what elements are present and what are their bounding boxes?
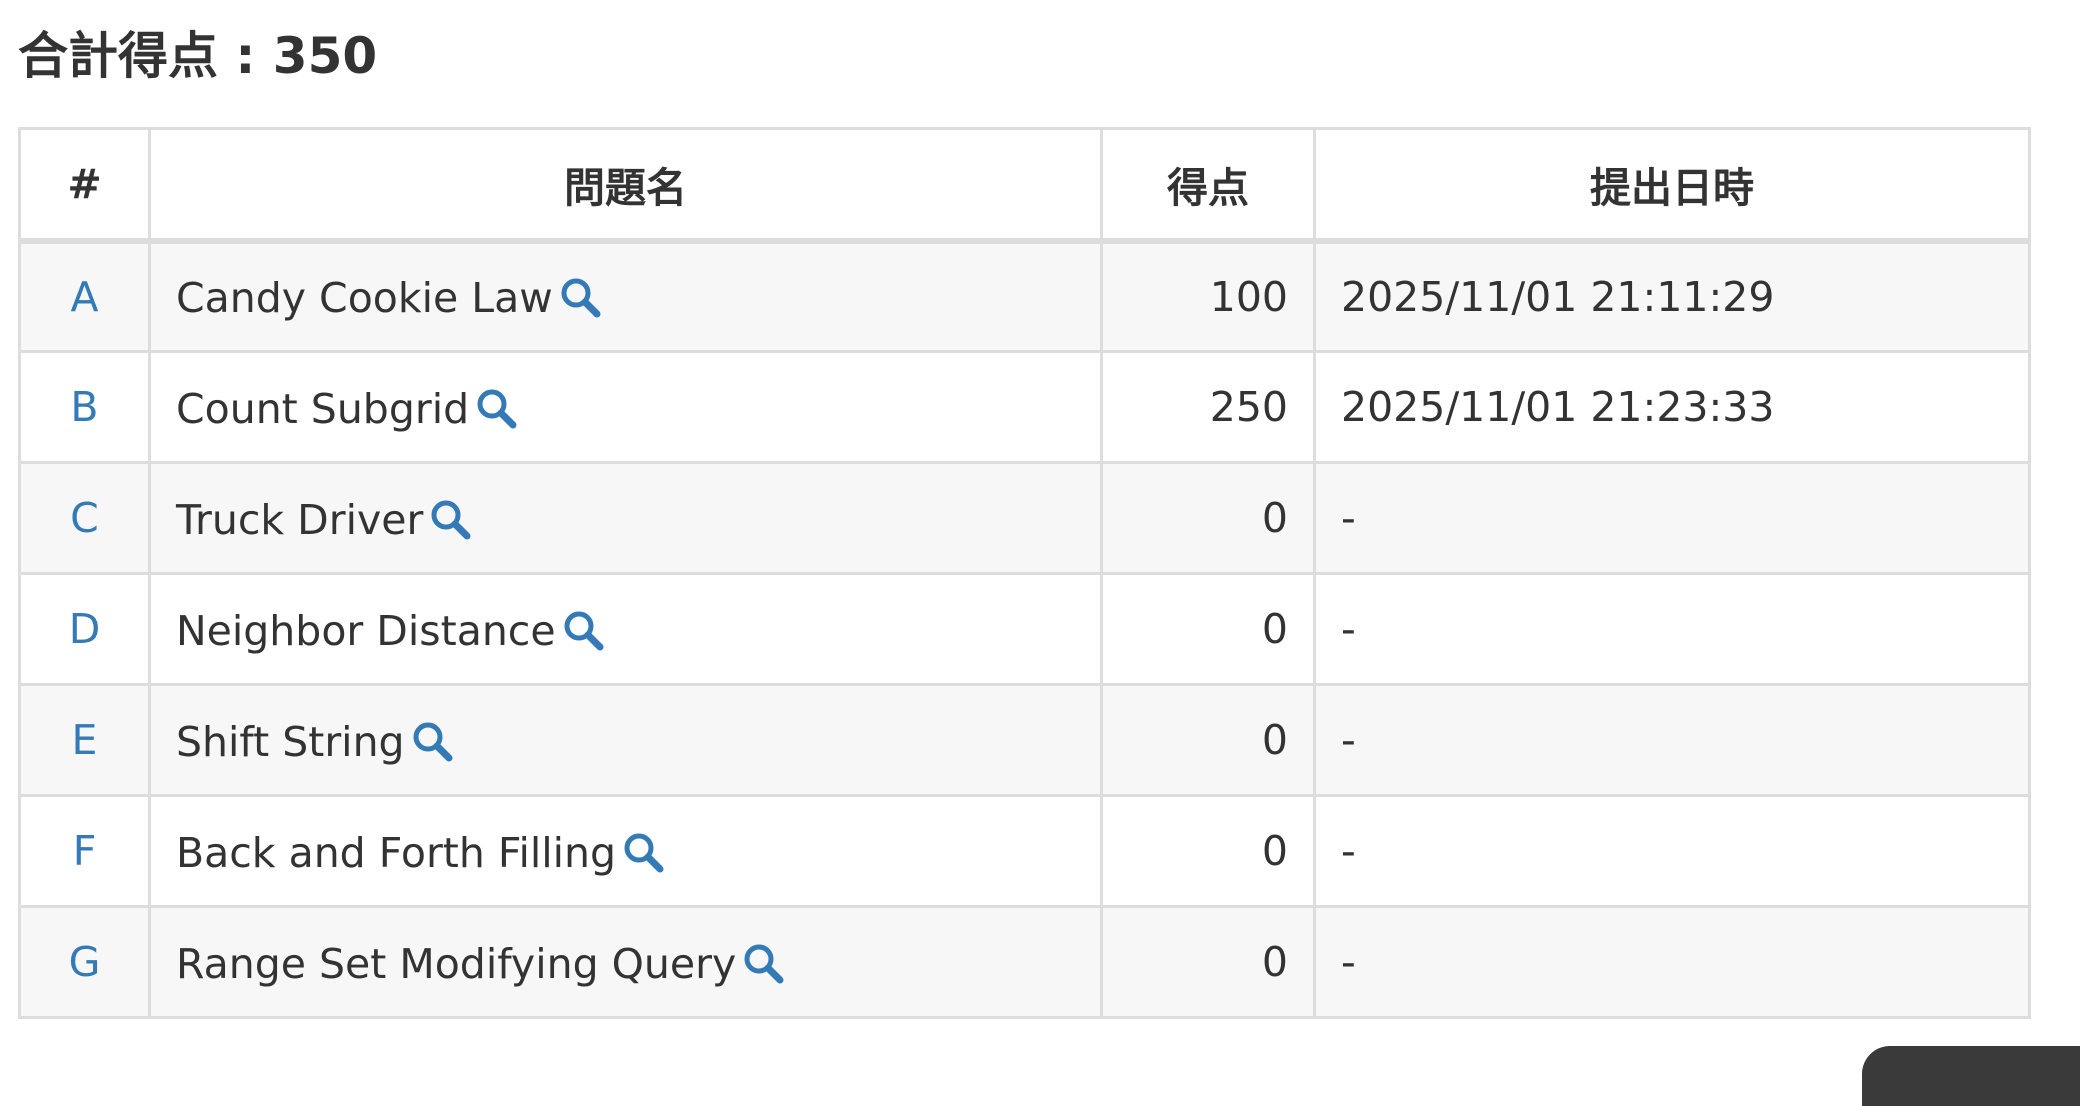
score-cell: 0 bbox=[1100, 683, 1316, 797]
problem-id-cell: A bbox=[18, 239, 151, 353]
problem-name-cell: Neighbor Distance bbox=[148, 572, 1103, 686]
search-icon[interactable] bbox=[742, 942, 786, 986]
submission-time-cell: - bbox=[1313, 461, 2031, 575]
problem-id-cell: G bbox=[18, 905, 151, 1019]
problem-id-link[interactable]: F bbox=[73, 827, 97, 875]
submission-time-cell: 2025/11/01 21:23:33 bbox=[1313, 350, 2031, 464]
corner-overlay bbox=[1862, 1046, 2080, 1106]
search-icon[interactable] bbox=[475, 387, 519, 431]
search-icon[interactable] bbox=[429, 498, 473, 542]
score-cell: 0 bbox=[1100, 905, 1316, 1019]
table-row: G Range Set Modifying Query 0- bbox=[18, 905, 2031, 1019]
problem-name: Count Subgrid bbox=[176, 384, 470, 433]
score-table: # 問題名 得点 提出日時 A Candy Cookie Law 100 2025/1… bbox=[18, 127, 2031, 1019]
problem-name: Neighbor Distance bbox=[176, 606, 556, 655]
problem-name-cell: Back and Forth Filling bbox=[148, 794, 1103, 908]
search-icon[interactable] bbox=[622, 831, 666, 875]
problem-name-cell: Count Subgrid bbox=[148, 350, 1103, 464]
problem-name-cell: Range Set Modifying Query bbox=[148, 905, 1103, 1019]
score-cell: 0 bbox=[1100, 572, 1316, 686]
score-cell: 0 bbox=[1100, 794, 1316, 908]
total-score-heading: 合計得点 : 350 bbox=[18, 27, 378, 85]
problem-id-cell: E bbox=[18, 683, 151, 797]
header-id: # bbox=[18, 127, 151, 244]
table-row: E Shift String 0- bbox=[18, 683, 2031, 797]
score-cell: 250 bbox=[1100, 350, 1316, 464]
header-submission-time: 提出日時 bbox=[1313, 127, 2031, 244]
search-icon[interactable] bbox=[411, 720, 455, 764]
submission-time-cell: - bbox=[1313, 905, 2031, 1019]
problem-name: Range Set Modifying Query bbox=[176, 939, 737, 988]
problem-id-link[interactable]: D bbox=[69, 605, 101, 653]
problem-id-link[interactable]: A bbox=[70, 273, 98, 321]
submission-time-cell: - bbox=[1313, 794, 2031, 908]
problem-name-cell: Shift String bbox=[148, 683, 1103, 797]
table-row: A Candy Cookie Law 100 2025/11/01 21:11:29 bbox=[18, 239, 2031, 353]
problem-name-cell: Truck Driver bbox=[148, 461, 1103, 575]
search-icon[interactable] bbox=[562, 609, 606, 653]
score-cell: 100 bbox=[1100, 239, 1316, 353]
problem-name: Candy Cookie Law bbox=[176, 274, 553, 323]
table-row: C Truck Driver 0- bbox=[18, 461, 2031, 575]
header-score: 得点 bbox=[1100, 127, 1316, 244]
table-row: B Count Subgrid 250 2025/11/01 21:23:33 bbox=[18, 350, 2031, 464]
table-row: F Back and Forth Filling 0- bbox=[18, 794, 2031, 908]
submission-time-cell: - bbox=[1313, 683, 2031, 797]
search-icon[interactable] bbox=[559, 276, 603, 320]
score-cell: 0 bbox=[1100, 461, 1316, 575]
problem-id-cell: F bbox=[18, 794, 151, 908]
problem-name: Back and Forth Filling bbox=[176, 828, 617, 877]
problem-name: Shift String bbox=[176, 717, 405, 766]
header-problem-name: 問題名 bbox=[148, 127, 1103, 244]
problem-id-cell: B bbox=[18, 350, 151, 464]
problem-id-cell: D bbox=[18, 572, 151, 686]
problem-name-cell: Candy Cookie Law bbox=[148, 239, 1103, 353]
problem-id-link[interactable]: B bbox=[70, 383, 98, 431]
submission-time-cell: - bbox=[1313, 572, 2031, 686]
table-header-row: # 問題名 得点 提出日時 bbox=[18, 127, 2031, 244]
problem-id-link[interactable]: C bbox=[70, 494, 99, 542]
problem-id-link[interactable]: G bbox=[69, 938, 101, 986]
problem-id-link[interactable]: E bbox=[72, 716, 98, 764]
problem-id-cell: C bbox=[18, 461, 151, 575]
problem-name: Truck Driver bbox=[176, 495, 424, 544]
table-row: D Neighbor Distance 0- bbox=[18, 572, 2031, 686]
submission-time-cell: 2025/11/01 21:11:29 bbox=[1313, 239, 2031, 353]
